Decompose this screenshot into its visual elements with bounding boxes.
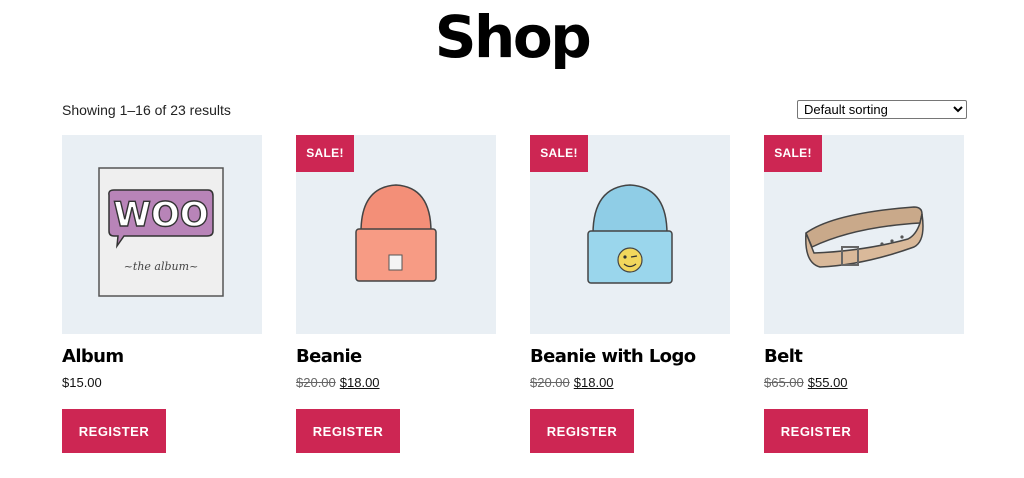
product-card-beanie: SALE! Beanie $20.00 $18.00 REGISTER <box>296 135 496 453</box>
product-title-beanie-with-logo[interactable]: Beanie with Logo <box>530 346 696 367</box>
product-card-album: WOO ~the album~ Album $15.00 REGISTER <box>62 135 262 453</box>
product-price-beanie: $20.00 $18.00 <box>296 375 380 390</box>
product-card-belt: SALE! Belt $65.00 $55.00 REGISTER <box>764 135 964 453</box>
sale-price: $55.00 <box>807 375 848 390</box>
product-image-album[interactable]: WOO ~the album~ <box>62 135 262 334</box>
sale-price: $18.00 <box>339 375 380 390</box>
page-title: Shop <box>434 3 592 71</box>
register-button-beanie[interactable]: REGISTER <box>296 409 400 453</box>
sort-select[interactable]: Default sorting <box>797 100 967 119</box>
original-price: $20.00 <box>530 375 570 390</box>
product-image-beanie[interactable]: SALE! <box>296 135 496 334</box>
product-image-belt[interactable]: SALE! <box>764 135 964 334</box>
product-title-album[interactable]: Album <box>62 346 124 367</box>
result-count: Showing 1–16 of 23 results <box>62 102 231 118</box>
original-price: $20.00 <box>296 375 336 390</box>
register-button-album[interactable]: REGISTER <box>62 409 166 453</box>
product-image-beanie-with-logo[interactable]: SALE! <box>530 135 730 334</box>
product-price-belt: $65.00 $55.00 <box>764 375 848 390</box>
current-price: $15.00 <box>62 375 102 390</box>
sale-badge: SALE! <box>530 135 588 172</box>
album-logo-text: WOO <box>113 195 208 235</box>
product-title-belt[interactable]: Belt <box>764 346 803 367</box>
album-caption-text: ~the album~ <box>124 260 199 273</box>
product-price-beanie-with-logo: $20.00 $18.00 <box>530 375 614 390</box>
product-title-beanie[interactable]: Beanie <box>296 346 362 367</box>
product-price-album: $15.00 <box>62 375 102 390</box>
album-icon: WOO ~the album~ <box>98 167 224 297</box>
original-price: $65.00 <box>764 375 804 390</box>
register-button-beanie-with-logo[interactable]: REGISTER <box>530 409 634 453</box>
product-card-beanie-with-logo: SALE! Beanie with Logo $20.00 $18.00 REGI… <box>530 135 730 453</box>
sale-price: $18.00 <box>573 375 614 390</box>
sale-badge: SALE! <box>764 135 822 172</box>
register-button-belt[interactable]: REGISTER <box>764 409 868 453</box>
sale-badge: SALE! <box>296 135 354 172</box>
